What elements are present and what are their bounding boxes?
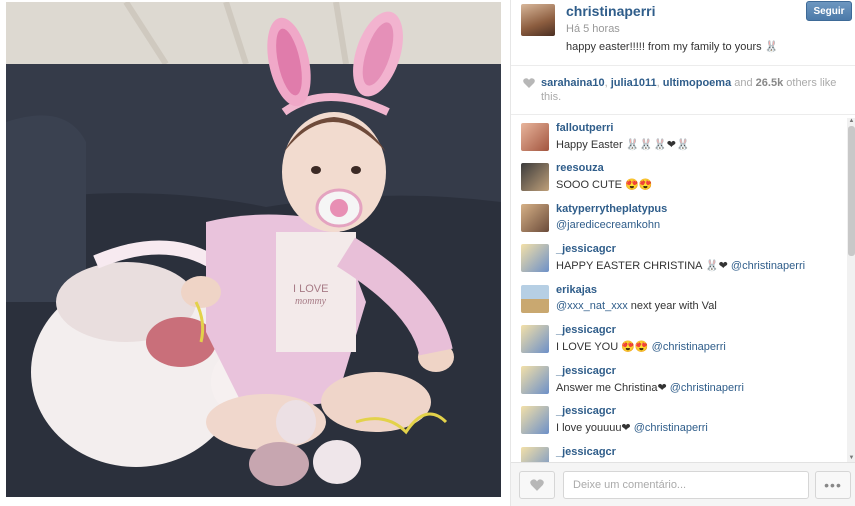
- commenter-avatar[interactable]: [521, 325, 549, 353]
- mention-link[interactable]: @christinaperri: [652, 341, 726, 353]
- comment-username[interactable]: katyperrytheplatypus: [556, 203, 667, 215]
- comment-item: katyperrytheplatypus @jaredicecreamkohn: [511, 201, 846, 241]
- comment-username[interactable]: _jessicagcr: [556, 365, 616, 377]
- likes-text: sarahaina10, julia1011, ultimopoema and …: [541, 77, 837, 103]
- likes-and: and: [734, 77, 753, 89]
- scroll-up-arrow-icon[interactable]: ▲: [847, 118, 855, 125]
- shirt-text-2: mommy: [295, 296, 327, 307]
- comment-username[interactable]: erikajas: [556, 284, 597, 296]
- mention-link[interactable]: @christinaperri: [670, 382, 744, 394]
- liker-link[interactable]: sarahaina10: [541, 77, 605, 89]
- comment-text: I LOVE YOU 😍😍 @christinaperri: [556, 341, 726, 353]
- comment-item: _jessicagcr: [511, 444, 846, 462]
- shirt-text-1: I LOVE: [293, 283, 328, 295]
- comment-text: SOOO CUTE 😍😍: [556, 179, 653, 191]
- heart-icon: [530, 479, 544, 491]
- post-photo[interactable]: I LOVE mommy: [6, 2, 501, 497]
- comment-item: _jessicagcr I love youuuu❤ @christinaper…: [511, 403, 846, 443]
- photo-frame: I LOVE mommy: [0, 0, 510, 506]
- comment-item: _jessicagcr Answer me Christina❤ @christ…: [511, 363, 846, 403]
- commenter-avatar[interactable]: [521, 366, 549, 394]
- post-caption: happy easter!!!!! from my family to your…: [566, 41, 779, 53]
- comment-username[interactable]: _jessicagcr: [556, 405, 616, 417]
- post-header: christinaperri Há 5 horas happy easter!!…: [511, 0, 855, 66]
- owner-username[interactable]: christinaperri: [566, 3, 655, 19]
- comment-text: @xxx_nat_xxx next year with Val: [556, 300, 717, 312]
- comment-item: erikajas @xxx_nat_xxx next year with Val: [511, 282, 846, 322]
- heart-icon: [523, 78, 535, 88]
- likes-count[interactable]: 26.5k: [756, 77, 784, 89]
- comment-text: HAPPY EASTER CHRISTINA 🐰❤ @christinaperr…: [556, 260, 806, 272]
- commenter-avatar[interactable]: [521, 447, 549, 462]
- comment-username[interactable]: _jessicagcr: [556, 324, 616, 336]
- comment-username[interactable]: _jessicagcr: [556, 243, 616, 255]
- commenter-avatar[interactable]: [521, 285, 549, 313]
- comment-footer: •••: [511, 462, 855, 506]
- comment-item: _jessicagcr HAPPY EASTER CHRISTINA 🐰❤ @c…: [511, 241, 846, 281]
- commenter-avatar[interactable]: [521, 163, 549, 191]
- owner-avatar[interactable]: [521, 4, 555, 36]
- mention-link[interactable]: @xxx_nat_xxx: [556, 300, 628, 312]
- like-button[interactable]: [519, 471, 555, 499]
- comment-username[interactable]: _jessicagcr: [556, 446, 616, 458]
- commenter-avatar[interactable]: [521, 204, 549, 232]
- comment-text: Happy Easter 🐰🐰🐰❤🐰: [556, 139, 690, 151]
- comments-scrollbar[interactable]: ▲ ▼: [847, 118, 855, 462]
- comments-list: falloutperri Happy Easter 🐰🐰🐰❤🐰 reesouza…: [511, 118, 855, 462]
- mention-link[interactable]: @jaredicecreamkohn: [556, 219, 660, 231]
- mention-link[interactable]: @christinaperri: [634, 422, 708, 434]
- post-timestamp: Há 5 horas: [566, 23, 620, 35]
- comment-item: _jessicagcr I LOVE YOU 😍😍 @christinaperr…: [511, 322, 846, 362]
- comment-item: falloutperri Happy Easter 🐰🐰🐰❤🐰: [511, 120, 846, 160]
- comment-input[interactable]: [563, 471, 809, 499]
- post-side-panel: christinaperri Há 5 horas happy easter!!…: [510, 0, 855, 506]
- scrollbar-thumb[interactable]: [848, 126, 855, 256]
- liker-link[interactable]: julia1011: [611, 77, 657, 89]
- comment-text: I love youuuu❤ @christinaperri: [556, 422, 708, 434]
- comment-text: @jaredicecreamkohn: [556, 219, 660, 231]
- commenter-avatar[interactable]: [521, 244, 549, 272]
- comment-username[interactable]: falloutperri: [556, 122, 613, 134]
- likes-summary: sarahaina10, julia1011, ultimopoema and …: [511, 67, 855, 115]
- scroll-down-arrow-icon[interactable]: ▼: [847, 455, 855, 462]
- comment-username[interactable]: reesouza: [556, 162, 604, 174]
- commenter-avatar[interactable]: [521, 123, 549, 151]
- follow-button[interactable]: Seguir: [806, 1, 852, 21]
- mention-link[interactable]: @christinaperri: [731, 260, 805, 272]
- more-options-button[interactable]: •••: [815, 471, 851, 499]
- comment-item: reesouza SOOO CUTE 😍😍: [511, 160, 846, 200]
- comment-text: Answer me Christina❤ @christinaperri: [556, 382, 744, 394]
- liker-link[interactable]: ultimopoema: [663, 77, 731, 89]
- commenter-avatar[interactable]: [521, 406, 549, 434]
